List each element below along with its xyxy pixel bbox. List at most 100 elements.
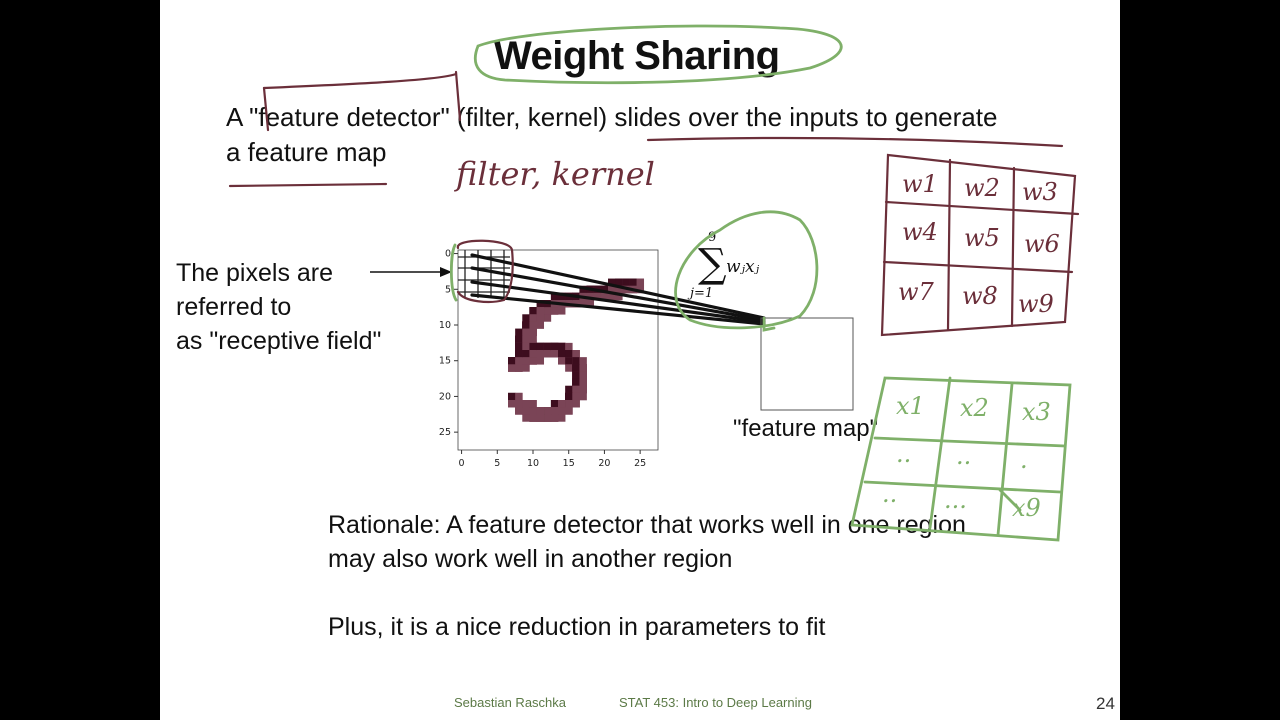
digit-pixel (515, 342, 523, 351)
digit-pixel (579, 392, 587, 401)
digit-pixel (522, 407, 530, 415)
digit-pixel (515, 392, 523, 401)
digit-pixel (558, 350, 566, 358)
weight-w6: w6 (1024, 230, 1060, 258)
digit-pixel (515, 400, 523, 408)
digit-pixel (529, 357, 537, 365)
digit-pixel (536, 414, 545, 422)
digit-pixel (550, 414, 559, 422)
digit-pixel (515, 357, 523, 365)
digit-pixel (536, 314, 545, 322)
slide: Weight Sharing A "feature detector" (fil… (160, 0, 1120, 720)
digit-pixel (558, 342, 566, 351)
y-tick-label: 0 (445, 249, 451, 260)
digit-pixel (558, 414, 566, 422)
input-dots-4: .. (882, 480, 897, 508)
digit-pixel (565, 400, 573, 408)
input-dots-5: ... (944, 486, 967, 514)
x-tick-label: 25 (634, 458, 646, 469)
digit-pixel (579, 385, 587, 394)
weight-w4: w4 (902, 218, 938, 246)
mnist-y-ticks: 0 5 10 15 20 25 (439, 249, 458, 438)
digit-pixel (543, 414, 552, 422)
digit-pixel (522, 414, 530, 422)
digit-pixel (522, 328, 530, 337)
digit-pixel (522, 335, 530, 344)
digit-pixel (515, 328, 523, 337)
digit-pixel (515, 364, 523, 372)
digit-pixel (529, 321, 537, 329)
weight-w2: w2 (964, 174, 1000, 202)
digit-pixel (522, 400, 530, 408)
digit-pixel (565, 392, 573, 401)
digit-pixel (529, 335, 537, 344)
input-dots-3: . (1020, 446, 1028, 474)
digit-pixel (579, 364, 587, 372)
digit-pixel (536, 357, 545, 365)
x-tick-label: 10 (527, 458, 539, 469)
digit-pixel (622, 278, 630, 287)
digit-pixel (522, 357, 530, 365)
feature-detector-overline (262, 72, 458, 90)
weight-w9: w9 (1018, 290, 1054, 318)
digit-pixel (543, 342, 552, 351)
input-dots-2: .. (956, 442, 971, 470)
digit-pixel (522, 342, 530, 351)
digit-pixel (565, 407, 573, 415)
digit-pixel (572, 350, 580, 358)
digit-pixel (629, 278, 637, 287)
digit-pixel (529, 350, 537, 358)
digit-pixel (565, 385, 573, 394)
digit-pixel (515, 350, 523, 358)
digit-pixel (508, 357, 516, 365)
weight-w1: w1 (902, 170, 938, 198)
digit-pixel (515, 407, 523, 415)
diagram-overlay: 0 5 10 15 20 25 0510152025 ∑ 9 j=1 wⱼxⱼ x1 x2… (228, 24, 1080, 542)
digit-pixel (572, 357, 580, 365)
digit-pixel (529, 314, 537, 322)
input-x1: x1 (896, 392, 925, 420)
feature-map-underline (228, 182, 388, 188)
y-tick-label: 25 (439, 427, 451, 438)
digit-pixel (572, 385, 580, 394)
digit-pixel (522, 321, 530, 329)
digit-pixel (579, 357, 587, 365)
x-tick-label: 5 (494, 458, 500, 469)
x-tick-label: 0 (459, 458, 465, 469)
digit-pixel (579, 371, 587, 379)
digit-pixel (529, 328, 537, 337)
digit-pixel (565, 350, 573, 358)
digit-pixel (522, 350, 530, 358)
digit-pixel (536, 321, 545, 329)
digit-pixel (543, 350, 552, 358)
digit-pixel (572, 392, 580, 401)
digit-pixel (565, 364, 573, 372)
title-highlight-ellipse (473, 24, 843, 85)
digit-pixel (536, 407, 545, 415)
digit-pixel (572, 371, 580, 379)
digit-pixel (543, 307, 552, 315)
input-dots-1: .. (896, 440, 911, 468)
digit-pixel (508, 392, 516, 401)
digit-pixel (550, 307, 559, 315)
digit-pixel (529, 307, 537, 315)
digit-pixel (558, 357, 566, 365)
input-x3: x3 (1022, 398, 1051, 426)
input-x9: x9 (1012, 494, 1041, 522)
weight-w7: w7 (898, 278, 935, 306)
y-tick-label: 15 (439, 356, 451, 367)
weight-w3: w3 (1022, 178, 1058, 206)
digit-pixel (572, 400, 580, 408)
digit-pixel (572, 378, 580, 387)
y-tick-label: 20 (439, 391, 451, 402)
weight-w5: w5 (964, 224, 1000, 252)
x-tick-label: 20 (598, 458, 610, 469)
sum-term: wⱼxⱼ (726, 257, 760, 277)
digit-pixel (558, 307, 566, 315)
digit-pixel (636, 278, 645, 287)
digit-pixel (543, 314, 552, 322)
digit-pixel (508, 364, 516, 372)
weight-w8: w8 (962, 282, 998, 310)
feature-map-box (760, 317, 854, 411)
digit-pixel (536, 342, 545, 351)
